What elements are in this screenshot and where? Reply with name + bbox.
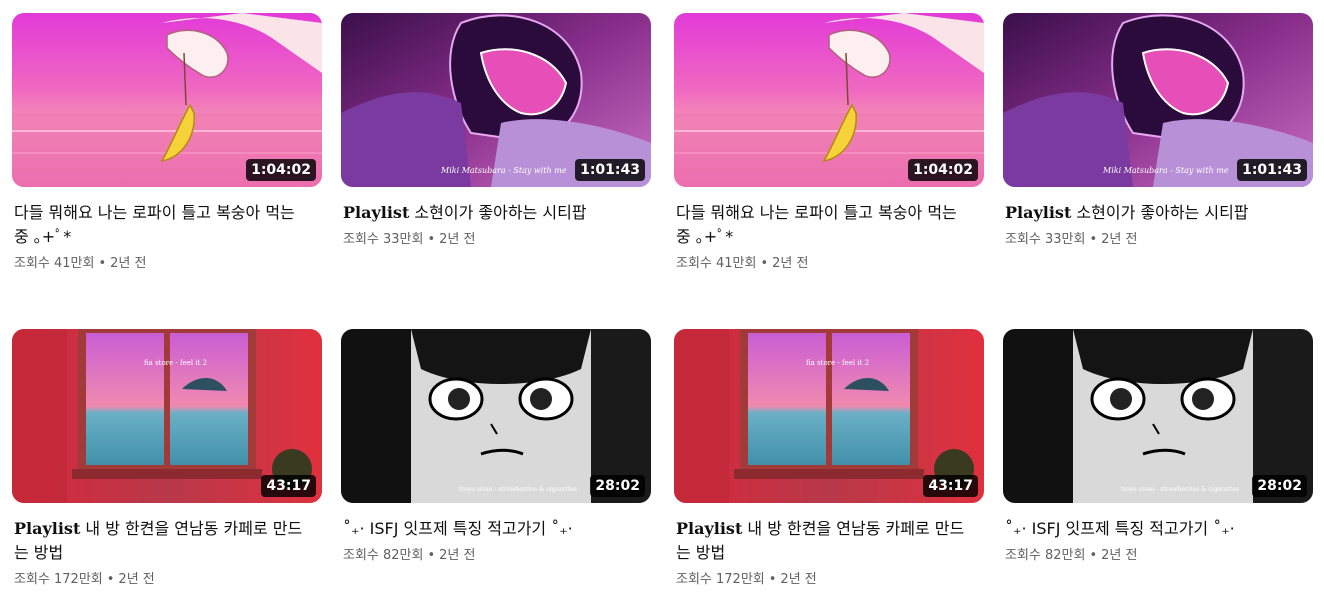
duration-badge: 1:04:02 xyxy=(246,159,316,181)
thumb-caption: fia store - feel it 2 xyxy=(806,359,869,367)
meta-separator: • xyxy=(1089,232,1098,247)
upload-age: 2년 전 xyxy=(118,572,155,587)
video-meta: 조회수 41만회 • 2년 전 xyxy=(676,255,984,273)
upload-age: 2년 전 xyxy=(1101,232,1138,247)
upload-age: 2년 전 xyxy=(439,232,476,247)
upload-age: 2년 전 xyxy=(780,572,817,587)
upload-age: 2년 전 xyxy=(772,256,809,271)
video-card[interactable]: 1:04:02 다들 뭐해요 나는 로파이 틀고 복숭아 먹는 중 ｡+ﾟ* 조… xyxy=(12,13,322,273)
title-text: ˚₊· ISFJ 잇프제 특징 적고가기 ˚₊· xyxy=(1005,519,1235,538)
video-card[interactable]: Miki Matsubara - Stay with me 1:01:43 Pl… xyxy=(1003,13,1313,249)
video-thumbnail[interactable]: fia store - feel it 2 43:17 xyxy=(674,329,984,503)
thumb-caption: Miki Matsubara - Stay with me xyxy=(440,166,567,175)
meta-separator: • xyxy=(427,232,436,247)
title-prefix: Playlist xyxy=(1005,203,1072,222)
video-title[interactable]: ˚₊· ISFJ 잇프제 특징 적고가기 ˚₊· xyxy=(343,517,643,541)
video-card[interactable]: fia store - feel it 2 43:17 Playlist 내 방… xyxy=(12,329,322,589)
video-thumbnail[interactable]: fia store - feel it 2 43:17 xyxy=(12,329,322,503)
meta-separator: • xyxy=(427,548,436,563)
video-thumbnail[interactable]: 1:04:02 xyxy=(674,13,984,187)
title-text: 다들 뭐해요 나는 로파이 틀고 복숭아 먹는 중 ｡+ﾟ* xyxy=(14,203,295,246)
video-card[interactable]: troye sivan - strawberries & cigarettes … xyxy=(341,329,651,565)
video-meta: 조회수 172만회 • 2년 전 xyxy=(14,571,322,589)
title-text: 다들 뭐해요 나는 로파이 틀고 복숭아 먹는 중 ｡+ﾟ* xyxy=(676,203,957,246)
view-count: 조회수 41만회 xyxy=(14,256,95,271)
video-meta: 조회수 82만회 • 2년 전 xyxy=(343,547,651,565)
upload-age: 2년 전 xyxy=(439,548,476,563)
upload-age: 2년 전 xyxy=(1101,548,1138,563)
title-prefix: Playlist xyxy=(14,519,81,538)
title-text: 소현이가 좋아하는 시티팝 xyxy=(1071,203,1249,222)
video-meta: 조회수 33만회 • 2년 전 xyxy=(1005,231,1313,249)
thumb-caption: troye sivan - strawberries & cigarettes xyxy=(1121,486,1239,493)
meta-separator: • xyxy=(1089,548,1098,563)
video-meta: 조회수 82만회 • 2년 전 xyxy=(1005,547,1313,565)
video-card[interactable]: Miki Matsubara - Stay with me 1:01:43 Pl… xyxy=(341,13,651,249)
video-card[interactable]: troye sivan - strawberries & cigarettes … xyxy=(1003,329,1313,565)
duration-badge: 43:17 xyxy=(261,475,316,497)
view-count: 조회수 41만회 xyxy=(676,256,757,271)
duration-badge: 28:02 xyxy=(1252,475,1307,497)
view-count: 조회수 172만회 xyxy=(14,572,103,587)
view-count: 조회수 82만회 xyxy=(1005,548,1086,563)
meta-separator: • xyxy=(106,572,115,587)
meta-separator: • xyxy=(98,256,107,271)
video-title[interactable]: Playlist 소현이가 좋아하는 시티팝 xyxy=(343,201,643,225)
duration-badge: 1:01:43 xyxy=(1237,159,1307,181)
video-meta: 조회수 41만회 • 2년 전 xyxy=(14,255,322,273)
view-count: 조회수 33만회 xyxy=(1005,232,1086,247)
video-meta: 조회수 172만회 • 2년 전 xyxy=(676,571,984,589)
thumb-caption: troye sivan - strawberries & cigarettes xyxy=(459,486,577,493)
video-title[interactable]: 다들 뭐해요 나는 로파이 틀고 복숭아 먹는 중 ｡+ﾟ* xyxy=(14,201,314,249)
video-title[interactable]: 다들 뭐해요 나는 로파이 틀고 복숭아 먹는 중 ｡+ﾟ* xyxy=(676,201,976,249)
video-thumbnail[interactable]: troye sivan - strawberries & cigarettes … xyxy=(1003,329,1313,503)
thumb-caption: Miki Matsubara - Stay with me xyxy=(1102,166,1229,175)
upload-age: 2년 전 xyxy=(110,256,147,271)
title-prefix: Playlist xyxy=(676,519,743,538)
title-text: 소현이가 좋아하는 시티팝 xyxy=(409,203,587,222)
video-title[interactable]: Playlist 내 방 한켠을 연남동 카페로 만드는 방법 xyxy=(676,517,976,565)
video-thumbnail[interactable]: Miki Matsubara - Stay with me 1:01:43 xyxy=(341,13,651,187)
video-title[interactable]: Playlist 소현이가 좋아하는 시티팝 xyxy=(1005,201,1305,225)
view-count: 조회수 33만회 xyxy=(343,232,424,247)
title-text: ˚₊· ISFJ 잇프제 특징 적고가기 ˚₊· xyxy=(343,519,573,538)
video-thumbnail[interactable]: troye sivan - strawberries & cigarettes … xyxy=(341,329,651,503)
meta-separator: • xyxy=(760,256,769,271)
title-prefix: Playlist xyxy=(343,203,410,222)
video-thumbnail[interactable]: 1:04:02 xyxy=(12,13,322,187)
view-count: 조회수 82만회 xyxy=(343,548,424,563)
view-count: 조회수 172만회 xyxy=(676,572,765,587)
duration-badge: 28:02 xyxy=(590,475,645,497)
video-meta: 조회수 33만회 • 2년 전 xyxy=(343,231,651,249)
video-title[interactable]: Playlist 내 방 한켠을 연남동 카페로 만드는 방법 xyxy=(14,517,314,565)
video-card[interactable]: 1:04:02 다들 뭐해요 나는 로파이 틀고 복숭아 먹는 중 ｡+ﾟ* 조… xyxy=(674,13,984,273)
video-title[interactable]: ˚₊· ISFJ 잇프제 특징 적고가기 ˚₊· xyxy=(1005,517,1305,541)
duration-badge: 43:17 xyxy=(923,475,978,497)
video-card[interactable]: fia store - feel it 2 43:17 Playlist 내 방… xyxy=(674,329,984,589)
video-thumbnail[interactable]: Miki Matsubara - Stay with me 1:01:43 xyxy=(1003,13,1313,187)
duration-badge: 1:04:02 xyxy=(908,159,978,181)
duration-badge: 1:01:43 xyxy=(575,159,645,181)
thumb-caption: fia store - feel it 2 xyxy=(144,359,207,367)
meta-separator: • xyxy=(768,572,777,587)
